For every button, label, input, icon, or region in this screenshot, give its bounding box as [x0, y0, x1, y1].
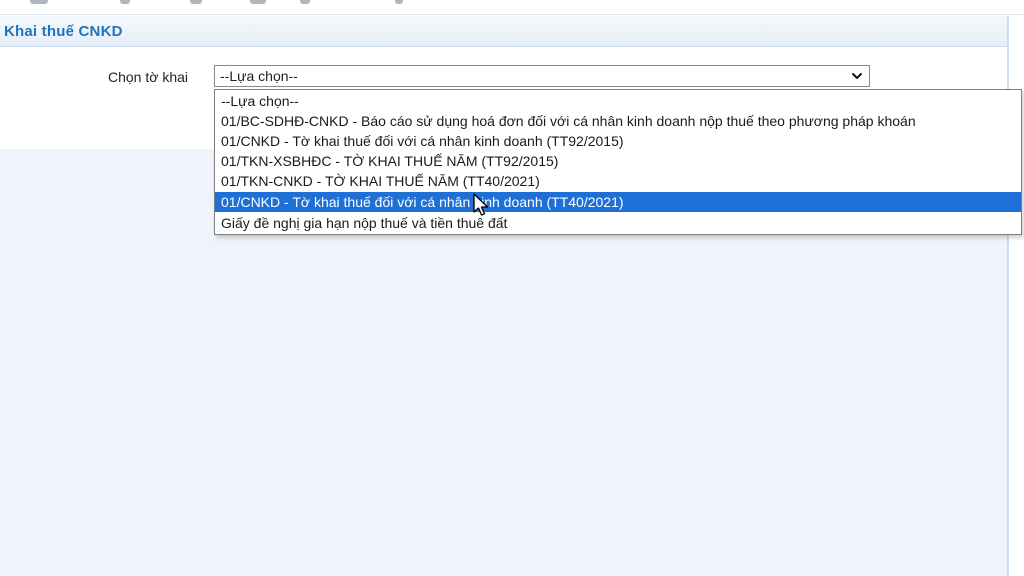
toolbar-text-fragment	[120, 0, 130, 4]
declaration-select[interactable]: --Lựa chọn--	[214, 65, 870, 87]
dropdown-option[interactable]: 01/CNKD - Tờ khai thuế đối với cá nhân k…	[215, 131, 1021, 151]
declaration-select-value: --Lựa chọn--	[220, 68, 298, 84]
dropdown-option[interactable]: 01/TKN-CNKD - TỜ KHAI THUẾ NĂM (TT40/202…	[215, 171, 1021, 191]
dropdown-option[interactable]: 01/TKN-XSBHĐC - TỜ KHAI THUẾ NĂM (TT92/2…	[215, 151, 1021, 171]
dropdown-option-highlighted[interactable]: 01/CNKD - Tờ khai thuế đối với cá nhân k…	[215, 192, 1021, 212]
toolbar-text-fragment	[300, 0, 310, 4]
dropdown-option[interactable]: --Lựa chọn--	[215, 91, 1021, 111]
top-toolbar-fragment	[0, 0, 1024, 15]
mouse-pointer-icon	[473, 193, 489, 216]
chevron-down-icon[interactable]	[851, 69, 863, 83]
declaration-select-label: Chọn tờ khai	[108, 69, 189, 85]
page: Khai thuế CNKD Chọn tờ khai --Lựa chọn--…	[0, 0, 1024, 576]
toolbar-icon-fragment	[250, 0, 266, 4]
toolbar-text-fragment	[190, 0, 202, 4]
declaration-dropdown-list: --Lựa chọn-- 01/BC-SDHĐ-CNKD - Báo cáo s…	[214, 89, 1022, 235]
panel-header: Khai thuế CNKD	[0, 16, 1007, 47]
toolbar-text-fragment	[395, 0, 403, 4]
panel-title: Khai thuế CNKD	[4, 23, 123, 40]
dropdown-option[interactable]: 01/BC-SDHĐ-CNKD - Báo cáo sử dụng hoá đơ…	[215, 111, 1021, 131]
dropdown-option[interactable]: Giấy đề nghị gia hạn nộp thuế và tiền th…	[215, 213, 1021, 233]
toolbar-icon-fragment	[30, 0, 48, 4]
